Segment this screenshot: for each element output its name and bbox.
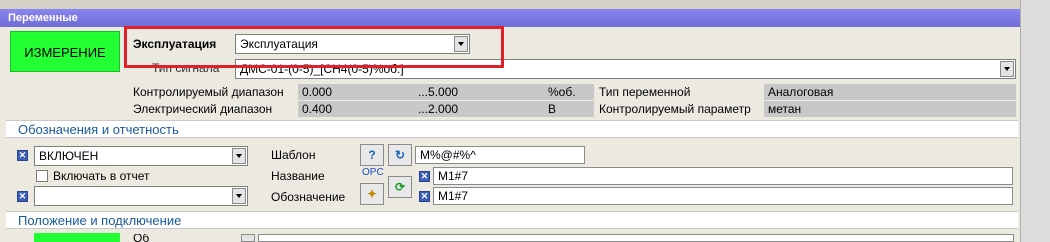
name-label: Название	[271, 169, 325, 183]
electric-range-label: Электрический диапазон	[133, 102, 273, 116]
position-label: Об	[133, 234, 150, 242]
electric-range-unit: В	[544, 101, 594, 117]
include-report-label: Включать в отчет	[53, 169, 150, 183]
position-combo[interactable]	[258, 234, 1014, 242]
control-range-max-box: ...5.000	[414, 84, 544, 100]
help-icon[interactable]: ?	[360, 144, 384, 166]
control-range-label: Контролируемый диапазон	[133, 85, 284, 99]
control-range-min: 0.000	[298, 84, 414, 100]
designation-input[interactable]: M1#7	[433, 187, 1013, 205]
range-separator: ...	[418, 85, 429, 99]
magic-wand-icon[interactable]: ✦	[360, 183, 384, 205]
electric-range-min: 0.400	[298, 101, 414, 117]
template-input[interactable]: M%@#%^	[415, 146, 585, 164]
close-icon[interactable]: ✕	[419, 191, 430, 202]
highlight-frame	[124, 26, 504, 68]
range-separator: ...	[418, 102, 429, 116]
second-combo[interactable]	[34, 186, 248, 206]
controlled-param-value: метан	[764, 101, 1016, 117]
designation-label: Обозначение	[271, 190, 346, 204]
electric-range-max-box: ...2.000	[414, 101, 544, 117]
state-combo-value: ВКЛЮЧЕН	[39, 149, 99, 163]
section-position-header: Положение и подключение	[6, 211, 1018, 229]
mode-button[interactable]: ИЗМЕРЕНИЕ	[10, 31, 120, 72]
variable-type-value: Аналоговая	[764, 84, 1016, 100]
refresh-icon[interactable]: ↻	[388, 144, 412, 166]
state-combo[interactable]: ВКЛЮЧЕН	[34, 146, 248, 166]
variable-type-label: Тип переменной	[599, 85, 691, 99]
window-title: Переменные	[0, 9, 1020, 27]
include-report-checkbox[interactable]	[36, 170, 48, 182]
chevron-down-icon[interactable]	[1000, 61, 1014, 77]
position-mode-button[interactable]	[34, 233, 120, 242]
close-icon[interactable]: ✕	[17, 150, 28, 161]
chevron-down-icon[interactable]	[232, 188, 246, 204]
opc-label: OPC	[362, 167, 384, 178]
sync-icon[interactable]: ⟳	[388, 176, 412, 198]
control-range-max: 5.000	[428, 85, 459, 99]
chevron-down-icon[interactable]	[232, 148, 246, 164]
template-label: Шаблон	[271, 148, 316, 162]
electric-range-max: 2.000	[428, 102, 459, 116]
section-reporting-header: Обозначения и отчетность	[6, 120, 1018, 138]
close-icon[interactable]: ✕	[419, 171, 430, 182]
control-range-unit: %об.	[544, 84, 594, 100]
window-right-edge	[1020, 0, 1050, 242]
chevron-down-icon[interactable]	[241, 234, 255, 242]
controlled-param-label: Контролируемый параметр	[599, 102, 751, 116]
close-icon[interactable]: ✕	[17, 191, 28, 202]
name-input[interactable]: M1#7	[433, 167, 1013, 185]
